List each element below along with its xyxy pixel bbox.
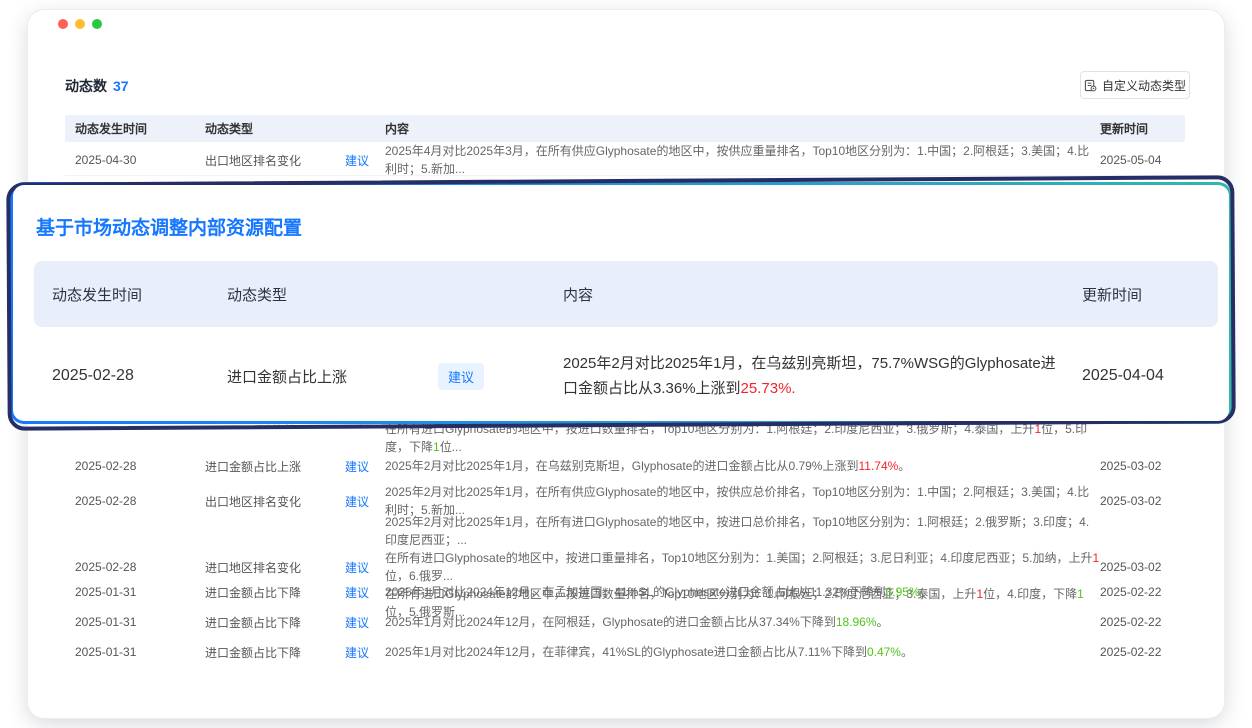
row-date: 2025-01-31: [65, 615, 195, 629]
table-row: 2025-02-28出口地区排名变化建议2025年2月对比2025年1月，在所有…: [65, 483, 1185, 513]
row-type: 进口金额占比下降: [195, 614, 335, 631]
row-badge-cell: 建议: [335, 458, 385, 475]
callout-table-header: 动态发生时间 动态类型 内容 更新时间: [34, 261, 1218, 327]
row-badge-cell: 建议: [335, 584, 385, 601]
row-update: 2025-05-04: [1100, 153, 1185, 167]
callout-column-update: 更新时间: [1069, 284, 1218, 305]
row-update: 2025-02-22: [1100, 645, 1185, 659]
row-badge-cell: 建议: [335, 559, 385, 576]
row-update: 2025-03-02: [1100, 459, 1185, 473]
column-update: 更新时间: [1100, 120, 1185, 137]
row-update: 2025-03-02: [1100, 494, 1185, 508]
row-update: 2025-03-02: [1100, 560, 1185, 574]
row-type: 出口地区排名变化: [195, 493, 335, 510]
row-badge-cell: 建议: [335, 152, 385, 169]
row-content: 2025年4月对比2025年3月，在所有供应Glyphosate的地区中，按供应…: [385, 142, 1100, 178]
dynamics-count-value: 37: [113, 78, 129, 94]
row-type: 出口地区排名变化: [195, 152, 335, 169]
suggestion-link[interactable]: 建议: [345, 154, 369, 168]
suggestion-link[interactable]: 建议: [345, 586, 369, 600]
callout-title: 基于市场动态调整内部资源配置: [36, 213, 302, 240]
row-content: 2025年1月对比2024年12月，在孟加拉国，41%SL的Glyphosate…: [385, 583, 1100, 601]
table-header: 动态发生时间 动态类型 内容 更新时间: [65, 115, 1185, 142]
callout-row-content: 2025年2月对比2025年1月，在乌兹别亮斯坦，75.7%WSG的Glypho…: [544, 351, 1069, 401]
dynamics-count-label: 动态数: [65, 78, 107, 94]
close-icon[interactable]: [58, 19, 68, 29]
row-badge-cell: 建议: [335, 644, 385, 661]
column-content: 内容: [385, 120, 1100, 137]
callout-column-content: 内容: [544, 284, 1069, 305]
suggestion-link[interactable]: 建议: [345, 460, 369, 474]
callout-row-date: 2025-02-28: [34, 367, 209, 385]
document-gear-icon: [1084, 79, 1097, 92]
suggestion-link[interactable]: 建议: [345, 495, 369, 509]
row-type: 进口地区排名变化: [195, 559, 335, 576]
table-row: 2025-02-28进口地区排名变化建议2025年2月对比2025年1月，在所有…: [65, 513, 1185, 575]
suggestion-link[interactable]: 建议: [345, 616, 369, 630]
highlight-callout-card: 基于市场动态调整内部资源配置 动态发生时间 动态类型 内容 更新时间 2025-…: [10, 182, 1232, 424]
row-badge-cell: 建议: [335, 493, 385, 510]
suggestion-link[interactable]: 建议: [345, 646, 369, 660]
table-row: 2025-01-31进口金额占比下降建议 2025年1月对比2024年12月，在孟…: [65, 577, 1185, 607]
minimize-icon[interactable]: [75, 19, 85, 29]
callout-row-update: 2025-04-04: [1069, 367, 1218, 385]
table-row: 2025-04-30出口地区排名变化建议 2025年4月对比2025年3月，在所有…: [65, 142, 1185, 176]
table-row: 2025-01-31进口金额占比下降建议 2025年1月对比2024年12月，在菲…: [65, 637, 1185, 667]
row-date: 2025-04-30: [65, 153, 195, 167]
window-controls: [58, 19, 102, 29]
customize-type-button[interactable]: 自定义动态类型: [1080, 71, 1190, 99]
callout-column-type: 动态类型: [209, 284, 424, 305]
row-date: 2025-01-31: [65, 585, 195, 599]
maximize-icon[interactable]: [92, 19, 102, 29]
table-row: 2025-01-31进口金额占比下降建议 2025年1月对比2024年12月，在阿…: [65, 607, 1185, 637]
row-update: 2025-02-22: [1100, 585, 1185, 599]
row-badge-cell: 建议: [335, 614, 385, 631]
callout-column-date: 动态发生时间: [34, 284, 209, 305]
suggestion-badge[interactable]: 建议: [438, 363, 484, 390]
row-type: 进口金额占比下降: [195, 584, 335, 601]
row-type: 进口金额占比下降: [195, 644, 335, 661]
row-date: 2025-01-31: [65, 645, 195, 659]
row-date: 2025-02-28: [65, 459, 195, 473]
row-content: 2025年1月对比2024年12月，在菲律宾，41%SL的Glyphosate进…: [385, 643, 1100, 661]
table-row: 2025-02-28进口金额占比上涨建议 2025年2月对比2025年1月，在乌兹…: [65, 451, 1185, 481]
customize-type-button-label: 自定义动态类型: [1102, 77, 1186, 94]
row-content: 2025年2月对比2025年1月，在乌兹别克斯坦，Glyphosate的进口金额…: [385, 457, 1100, 475]
callout-row-type: 进口金额占比上涨: [209, 366, 424, 387]
row-date: 2025-02-28: [65, 494, 195, 508]
suggestion-link[interactable]: 建议: [345, 561, 369, 575]
callout-table-row: 2025-02-28 进口金额占比上涨 建议 2025年2月对比2025年1月，…: [34, 335, 1218, 417]
row-update: 2025-02-22: [1100, 615, 1185, 629]
row-date: 2025-02-28: [65, 560, 195, 574]
row-type: 进口金额占比上涨: [195, 458, 335, 475]
row-content: 2025年1月对比2024年12月，在阿根廷，Glyphosate的进口金额占比…: [385, 613, 1100, 631]
dynamics-count: 动态数 37: [65, 76, 129, 96]
column-type: 动态类型: [195, 120, 335, 137]
column-date: 动态发生时间: [65, 120, 195, 137]
